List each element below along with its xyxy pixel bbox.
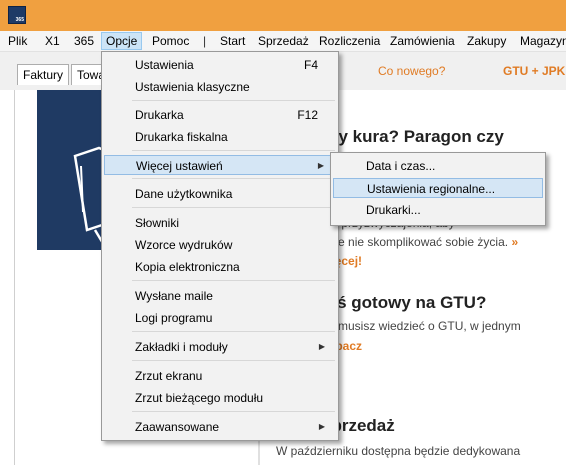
menuitem-drukarka-fiskalna[interactable]: Drukarka fiskalna — [104, 127, 336, 147]
title-bar: 365 — [0, 0, 566, 31]
menu-pomoc[interactable]: Pomoc — [148, 33, 193, 49]
submenuitem-data-i-czas[interactable]: Data i czas... — [333, 156, 543, 176]
menuitem-wiecej-ustawien[interactable]: Więcej ustawień ▶ — [104, 155, 336, 175]
menu-magazyn[interactable]: Magazyn — [516, 33, 566, 49]
menu-separator — [132, 207, 335, 208]
news-text-3: W październiku dostępna będzie dedykowan… — [276, 444, 521, 458]
menu-plik[interactable]: Plik — [4, 33, 31, 49]
menuitem-wzorce-wydrukow[interactable]: Wzorce wydruków — [104, 235, 336, 255]
menu-separator — [132, 411, 335, 412]
news-heading-1: zy kura? Paragon czy — [330, 127, 504, 146]
app-icon-label: 365 — [15, 17, 24, 23]
news-heading-2: teś gotowy na GTU? — [322, 293, 487, 312]
menu-separator — [132, 360, 335, 361]
submenu-item-label: Data i czas... — [366, 159, 436, 173]
wiecej-ustawien-submenu: Data i czas... Ustawienia regionalne... … — [330, 152, 546, 226]
tab-faktury[interactable]: Faktury — [17, 64, 70, 85]
menuitem-kopia-elektroniczna[interactable]: Kopia elektroniczna — [104, 257, 336, 277]
submenuitem-drukarki[interactable]: Drukarki... — [333, 200, 543, 220]
app-icon[interactable]: 365 — [8, 6, 26, 24]
menu-sprzedaz[interactable]: Sprzedaż — [254, 33, 313, 49]
opcje-dropdown: Ustawienia F4 Ustawienia klasyczne Drukar… — [101, 51, 339, 441]
menuitem-slowniki[interactable]: Słowniki — [104, 213, 336, 233]
submenu-arrow-icon: ▶ — [317, 161, 324, 170]
menuitem-zrzut-ekranu[interactable]: Zrzut ekranu — [104, 366, 336, 386]
menu-zamowienia[interactable]: Zamówienia — [386, 33, 459, 49]
menu-rozliczenia[interactable]: Rozliczenia — [315, 33, 384, 49]
menu-opcje[interactable]: Opcje — [101, 32, 143, 50]
menuitem-zaawansowane[interactable]: Zaawansowane ▶ — [104, 417, 336, 437]
submenu-item-label: Drukarki... — [366, 203, 421, 217]
menuitem-zakladki-i-moduly[interactable]: Zakładki i moduły ▶ — [104, 337, 336, 357]
menuitem-logi-programu[interactable]: Logi programu — [104, 308, 336, 328]
menuitem-ustawienia-klasyczne[interactable]: Ustawienia klasyczne — [104, 77, 336, 97]
menuitem-ustawienia[interactable]: Ustawienia F4 — [104, 55, 336, 75]
menu-separator — [132, 280, 335, 281]
menuitem-zrzut-biezacego-modulu[interactable]: Zrzut bieżącego modułu — [104, 388, 336, 408]
menu-x1[interactable]: X1 — [41, 33, 64, 49]
whats-new-link[interactable]: Co nowego? — [378, 64, 445, 78]
menu-separator — [132, 100, 335, 101]
menu-bar: Plik X1 365 Opcje Pomoc | Start Sprzedaż… — [0, 31, 566, 52]
gtu-jpk-link[interactable]: GTU + JPK — [503, 64, 565, 78]
news-text-2a: co musisz wiedzieć o GTU, w jednym — [322, 319, 521, 333]
menu-separator — [132, 331, 335, 332]
submenu-arrow-icon: ▶ — [318, 342, 325, 351]
submenu-item-label: Ustawienia regionalne... — [367, 182, 496, 196]
menu-zakupy[interactable]: Zakupy — [463, 33, 510, 49]
menu-start[interactable]: Start — [216, 33, 249, 49]
menu-separator — [132, 178, 335, 179]
menuitem-wyslane-maile[interactable]: Wysłane maile — [104, 286, 336, 306]
menu-365[interactable]: 365 — [70, 33, 98, 49]
menu-separator: | — [203, 34, 207, 48]
menuitem-dane-uzytkownika[interactable]: Dane użytkownika — [104, 184, 336, 204]
news-text-1b: onie nie skomplikować sobie życia. » — [322, 235, 519, 249]
menu-separator — [132, 150, 335, 151]
submenuitem-ustawienia-regionalne[interactable]: Ustawienia regionalne... — [333, 178, 543, 198]
submenu-arrow-icon: ▶ — [318, 422, 325, 431]
menuitem-drukarka[interactable]: Drukarka F12 — [104, 105, 336, 125]
